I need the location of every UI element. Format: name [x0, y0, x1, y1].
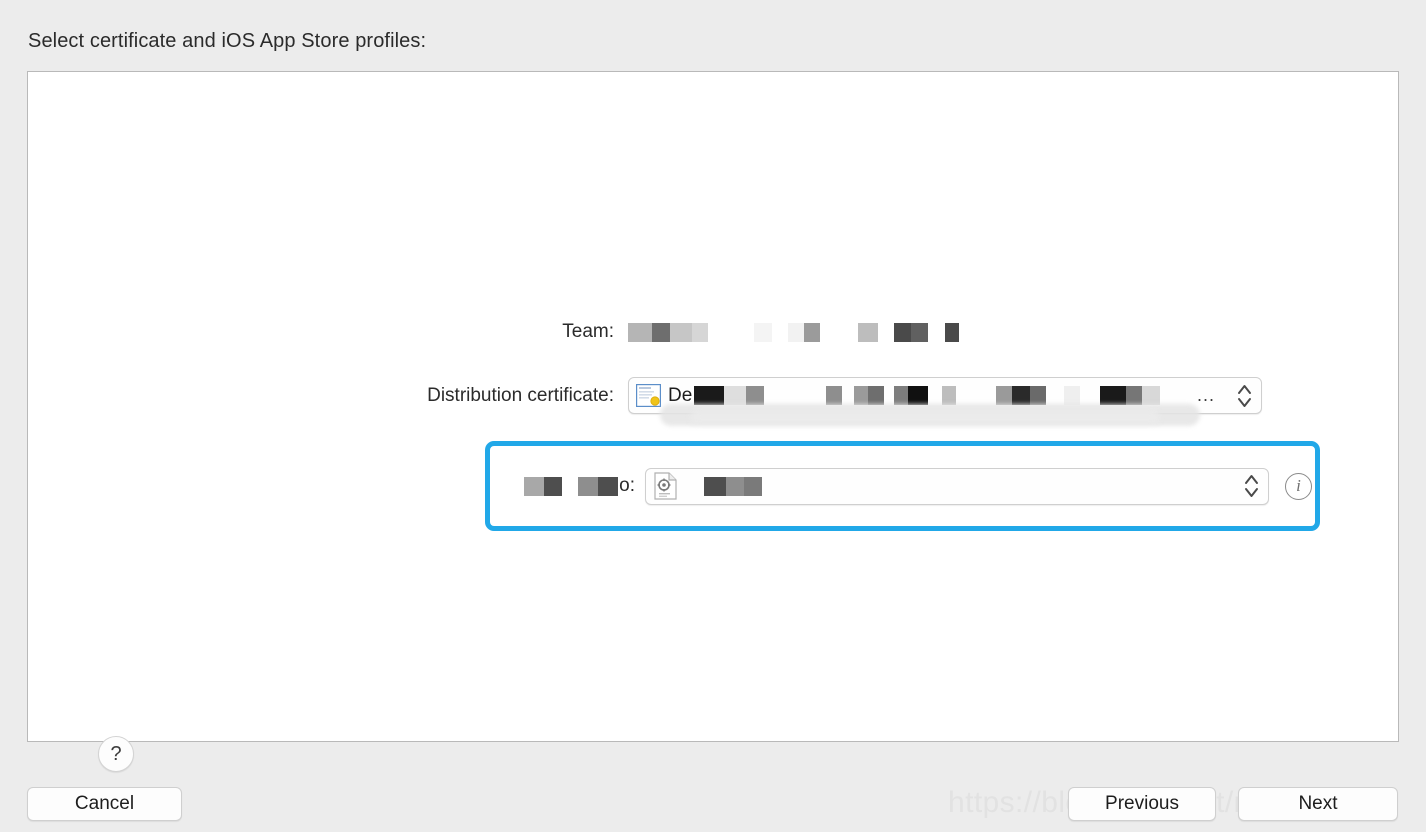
provisioning-profile-label: o:: [490, 474, 645, 498]
profile-label-colon: o:: [619, 475, 635, 496]
provisioning-profile-value-redacted: [704, 474, 762, 498]
certificate-stepper-icon[interactable]: [1236, 381, 1253, 411]
help-button[interactable]: ?: [98, 736, 134, 772]
certificate-value-ellipsis: ...: [1196, 385, 1215, 405]
distribution-certificate-value: De: [668, 384, 693, 406]
profile-stepper-icon[interactable]: [1243, 471, 1260, 501]
team-row: Team:: [28, 320, 1400, 344]
certificate-icon: [635, 383, 662, 408]
content-panel: Team: Distribution certificate: De ... ?: [27, 71, 1399, 772]
team-value-redacted: [628, 320, 959, 344]
provisioning-profile-row: o: i: [490, 446, 1315, 526]
team-label: Team:: [562, 321, 614, 342]
previous-button[interactable]: Previous: [1068, 787, 1216, 821]
distribution-certificate-dropdown[interactable]: De ...: [628, 377, 1262, 414]
next-button[interactable]: Next: [1238, 787, 1398, 821]
provisioning-profile-dropdown[interactable]: [645, 467, 1269, 505]
certificate-profile-form: Team: Distribution certificate: De ...: [28, 72, 1398, 741]
cancel-button[interactable]: Cancel: [27, 787, 182, 821]
page-title: Select certificate and iOS App Store pro…: [28, 30, 427, 52]
provisioning-profile-icon: [653, 472, 678, 500]
info-circle-icon[interactable]: i: [1285, 472, 1312, 500]
certificate-value-redacted: [694, 384, 1161, 408]
distribution-certificate-label: Distribution certificate:: [427, 384, 614, 406]
profile-label-redacted: [524, 474, 619, 498]
distribution-certificate-row: Distribution certificate: De ...: [28, 377, 1400, 414]
profile-row-highlight: o: i: [485, 441, 1320, 531]
